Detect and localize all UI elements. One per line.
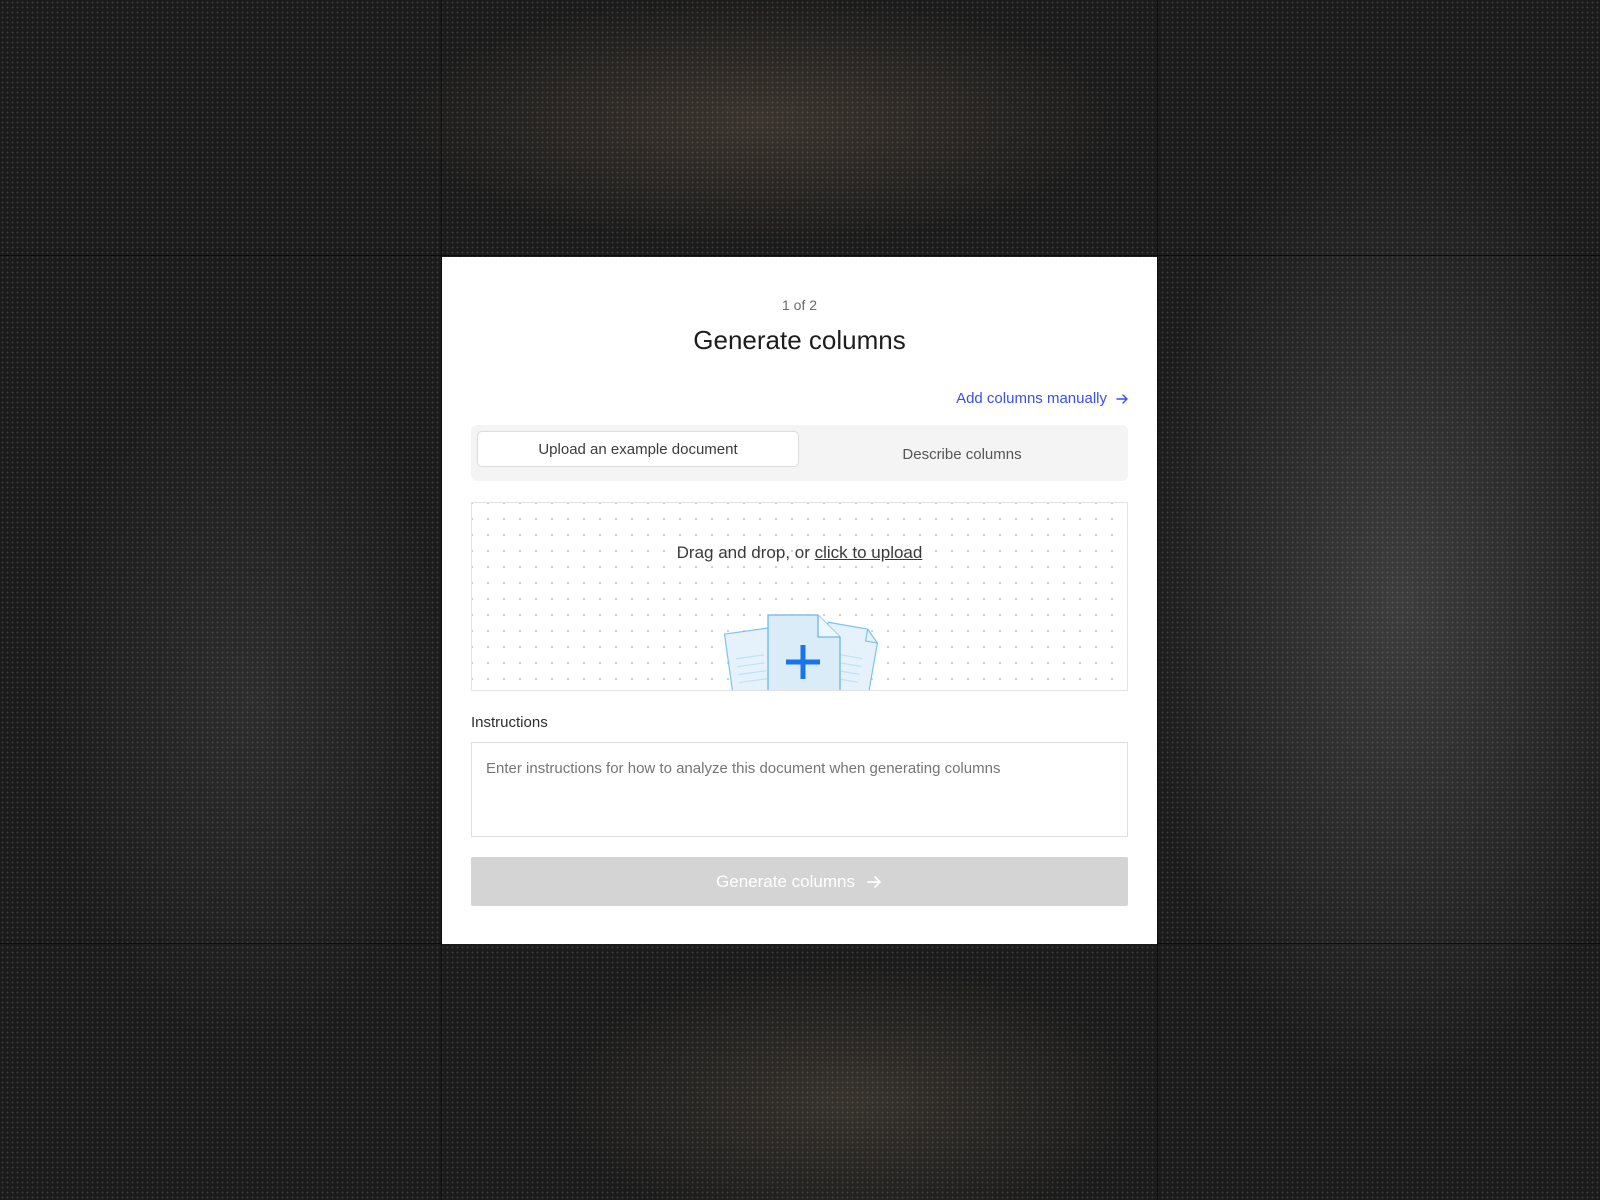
dialog-title: Generate columns	[693, 325, 906, 355]
arrow-right-icon	[867, 875, 881, 888]
generate-columns-dialog: 1 of 2 Generate columns Add columns manu…	[442, 257, 1157, 944]
dropzone-prefix: Drag and drop, or	[676, 543, 815, 562]
add-columns-manually-label: Add columns manually	[956, 390, 1107, 407]
instructions-label: Instructions	[471, 714, 548, 731]
file-dropzone[interactable]: Drag and drop, or click to upload	[471, 502, 1128, 691]
arrow-right-icon	[1116, 393, 1128, 404]
step-indicator: 1 of 2	[781, 297, 818, 313]
grid-divider	[0, 255, 1600, 256]
tab-describe-columns[interactable]: Describe columns	[801, 436, 1123, 472]
generate-columns-button[interactable]: Generate columns	[471, 857, 1128, 906]
document-add-icon	[724, 614, 879, 690]
instructions-input[interactable]	[471, 742, 1128, 837]
add-columns-manually-link[interactable]: Add columns manually	[956, 390, 1129, 407]
input-mode-tabs: Upload an example document Describe colu…	[471, 425, 1128, 481]
grid-divider	[1157, 0, 1158, 1200]
generate-columns-label: Generate columns	[716, 871, 855, 891]
tab-upload-example[interactable]: Upload an example document	[477, 431, 799, 467]
click-to-upload-link[interactable]: click to upload	[815, 543, 923, 562]
dropzone-text: Drag and drop, or click to upload	[472, 543, 1127, 563]
